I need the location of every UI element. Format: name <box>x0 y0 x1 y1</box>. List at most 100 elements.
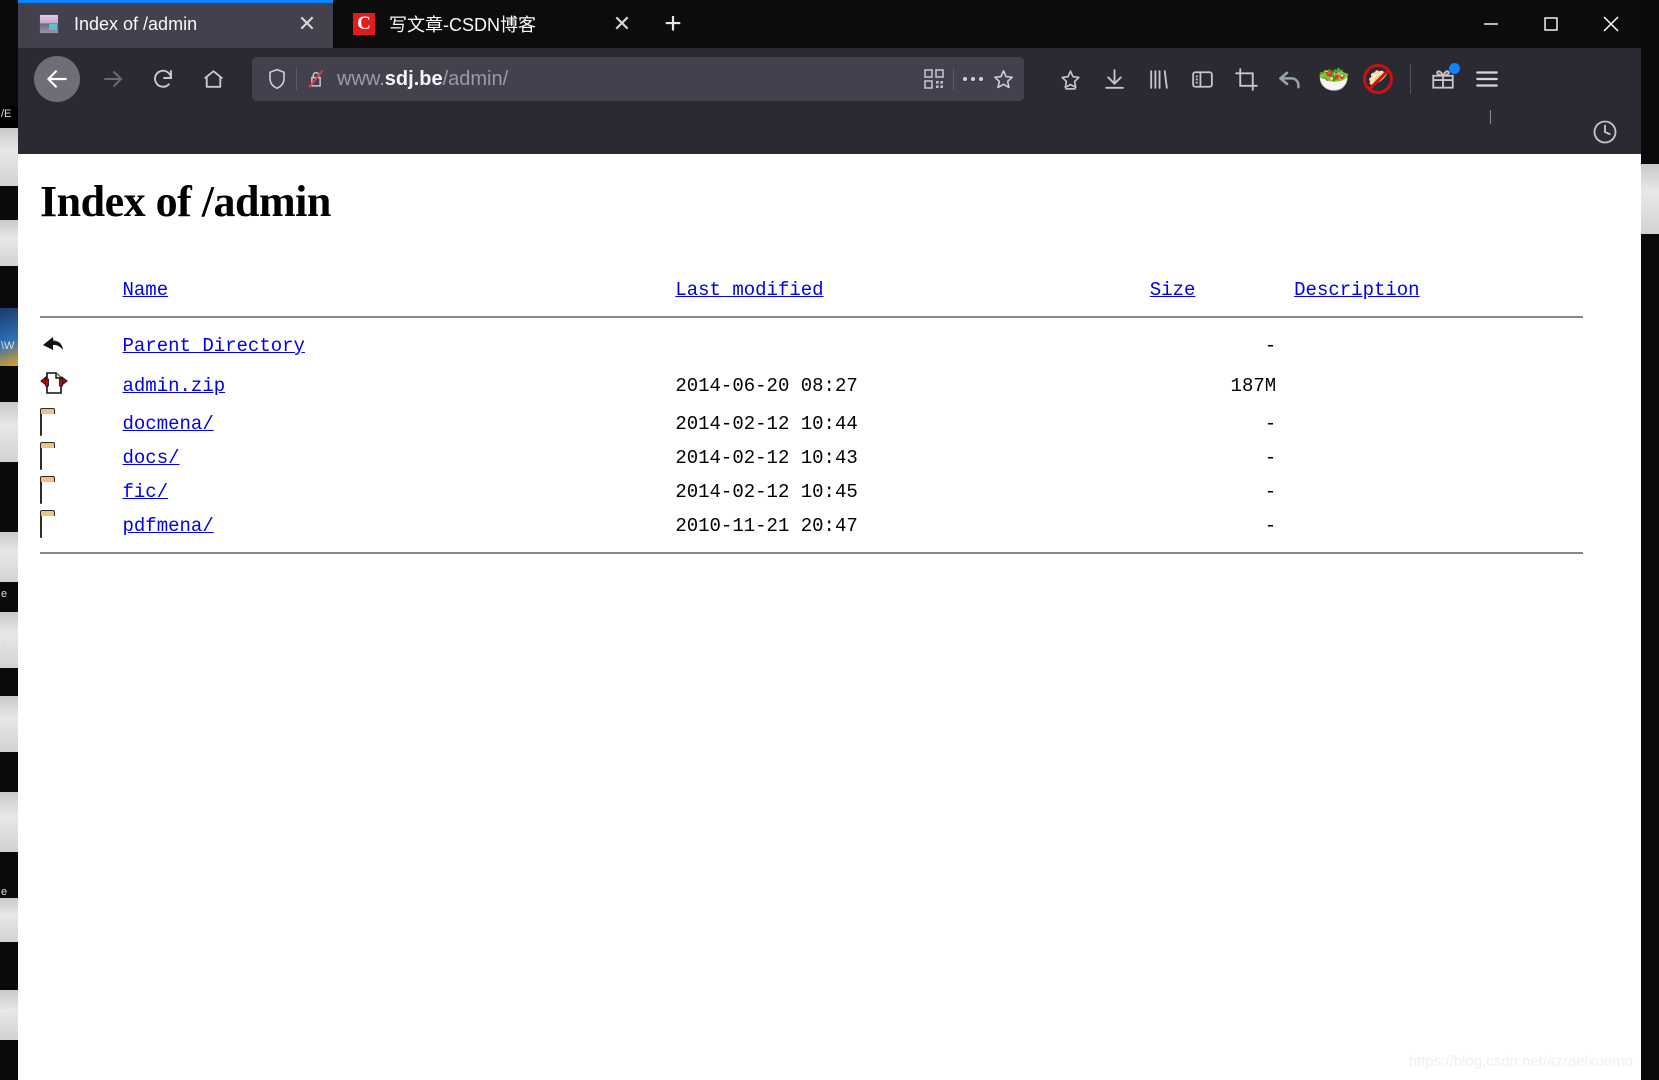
row-modified-cell: 2014-02-12 10:45 <box>675 481 858 503</box>
save-to-pocket-icon[interactable] <box>1048 57 1092 101</box>
header-size: Size <box>1150 279 1294 307</box>
footer-rule-row <box>40 543 1583 563</box>
row-size-cell: - <box>1264 335 1277 357</box>
row-description-cell <box>1294 407 1583 441</box>
header-icon-cell <box>40 279 123 307</box>
qr-code-icon[interactable] <box>919 64 949 94</box>
home-button[interactable] <box>192 58 234 100</box>
table-row[interactable]: docs/ 2014-02-12 10:43 - <box>40 441 1583 475</box>
url-path: /admin/ <box>442 67 509 90</box>
row-size-cell: 187M <box>1230 375 1277 397</box>
folder-icon <box>40 480 42 504</box>
tab-close-button[interactable]: ✕ <box>291 8 323 40</box>
parent-directory-icon <box>40 333 66 353</box>
row-icon-cell <box>40 441 123 475</box>
app-menu-icon[interactable] <box>1465 57 1509 101</box>
url-bar[interactable]: www.sdj.be/admin/ <box>252 57 1024 101</box>
page-title: Index of /admin <box>40 177 331 226</box>
minimize-button[interactable] <box>1461 0 1521 48</box>
fruit-bowl-glyph: 🥗 <box>1317 64 1351 94</box>
history-clock-icon[interactable] <box>1583 110 1627 154</box>
block-extension-icon[interactable]: 🥟 <box>1356 57 1400 101</box>
table-row[interactable]: docmena/ 2014-02-12 10:44 - <box>40 407 1583 441</box>
parent-directory-link[interactable]: Parent Directory <box>123 335 305 357</box>
row-description-cell <box>1294 441 1583 475</box>
url-text[interactable]: www.sdj.be/admin/ <box>331 68 919 91</box>
new-tab-button[interactable]: + <box>652 3 694 45</box>
blocked-badge: 🥟 <box>1363 64 1393 94</box>
toolbar-divider <box>1410 64 1411 94</box>
directory-listing-table: Name Last modified Size Description Pare… <box>40 279 1583 563</box>
row-icon-cell <box>40 475 123 509</box>
row-name-cell: Parent Directory <box>123 327 676 365</box>
row-name-cell: docmena/ <box>123 407 676 441</box>
gift-notification-badge <box>1449 63 1460 74</box>
sort-by-description-link[interactable]: Description <box>1294 279 1419 301</box>
row-name-cell: pdfmena/ <box>123 509 676 543</box>
table-row[interactable]: fic/ 2014-02-12 10:45 - <box>40 475 1583 509</box>
tab-close-button[interactable]: ✕ <box>606 8 638 40</box>
row-modified-cell: 2010-11-21 20:47 <box>675 515 858 537</box>
row-description-cell <box>1294 365 1583 407</box>
row-icon-cell <box>40 407 123 441</box>
row-description-cell <box>1294 475 1583 509</box>
url-www: www. <box>337 67 385 90</box>
undo-close-tab-icon[interactable] <box>1268 57 1312 101</box>
folder-link-docs[interactable]: docs/ <box>123 447 180 469</box>
insecure-connection-icon[interactable] <box>301 64 331 94</box>
window-controls <box>1461 0 1641 48</box>
reload-button[interactable] <box>142 58 184 100</box>
page-actions-more-icon[interactable] <box>958 64 988 94</box>
row-icon-cell <box>40 509 123 543</box>
folder-link-docmena[interactable]: docmena/ <box>123 413 214 435</box>
row-name-cell: docs/ <box>123 441 676 475</box>
library-icon[interactable] <box>1136 57 1180 101</box>
row-modified-cell: 2014-02-12 10:44 <box>675 413 858 435</box>
row-modified-cell <box>675 327 1149 365</box>
screenshot-crop-icon[interactable] <box>1224 57 1268 101</box>
row-description-cell <box>1294 509 1583 543</box>
bookmark-star-icon[interactable] <box>988 64 1018 94</box>
row-size-cell: - <box>1264 481 1277 503</box>
header-name: Name <box>123 279 676 307</box>
tracking-protection-shield-icon[interactable] <box>262 64 292 94</box>
close-button[interactable] <box>1581 0 1641 48</box>
folder-link-pdfmena[interactable]: pdfmena/ <box>123 515 214 537</box>
row-icon-cell <box>40 327 123 365</box>
table-row[interactable]: pdfmena/ 2010-11-21 20:47 - <box>40 509 1583 543</box>
fruit-bowl-extension-icon[interactable]: 🥗 <box>1312 57 1356 101</box>
sort-by-name-link[interactable]: Name <box>123 279 169 301</box>
tab-title: Index of /admin <box>74 13 198 34</box>
navigation-toolbar: www.sdj.be/admin/ 🥗 🥟 <box>18 48 1641 110</box>
forward-button <box>92 58 134 100</box>
header-rule-row <box>40 307 1583 327</box>
folder-icon <box>40 446 42 470</box>
tab-strip: Index of /admin ✕ C 写文章-CSDN博客 ✕ + <box>18 0 1641 48</box>
row-modified-cell: 2014-06-20 08:27 <box>675 375 858 397</box>
tab-csdn-blog[interactable]: C 写文章-CSDN博客 ✕ <box>333 0 648 48</box>
sort-by-size-link[interactable]: Size <box>1150 279 1196 301</box>
row-icon-cell <box>40 365 123 407</box>
table-row[interactable]: Parent Directory - <box>40 327 1583 365</box>
tab-list: Index of /admin ✕ C 写文章-CSDN博客 ✕ + <box>18 0 694 48</box>
back-button[interactable] <box>34 56 80 102</box>
gift-promo-icon[interactable] <box>1421 57 1465 101</box>
row-name-cell: fic/ <box>123 475 676 509</box>
folder-link-fic[interactable]: fic/ <box>123 481 169 503</box>
table-row[interactable]: admin.zip 2014-06-20 08:27 187M <box>40 365 1583 407</box>
secondary-toolbar <box>18 110 1641 154</box>
sort-by-modified-link[interactable]: Last modified <box>675 279 823 301</box>
row-size-cell: - <box>1264 515 1277 537</box>
footer-divider <box>40 552 1583 554</box>
downloads-icon[interactable] <box>1092 57 1136 101</box>
file-link-admin-zip[interactable]: admin.zip <box>123 375 226 397</box>
row-modified-cell: 2014-02-12 10:43 <box>675 447 858 469</box>
row-size-cell: - <box>1264 413 1277 435</box>
maximize-button[interactable] <box>1521 0 1581 48</box>
sidebar-toggle-icon[interactable] <box>1180 57 1224 101</box>
csdn-favicon: C <box>353 13 375 35</box>
toolbar-icons: 🥗 🥟 <box>1048 57 1509 101</box>
tab-index-of-admin[interactable]: Index of /admin ✕ <box>18 0 333 48</box>
folder-icon <box>40 514 42 538</box>
blocked-inner-glyph: 🥟 <box>1368 70 1388 87</box>
